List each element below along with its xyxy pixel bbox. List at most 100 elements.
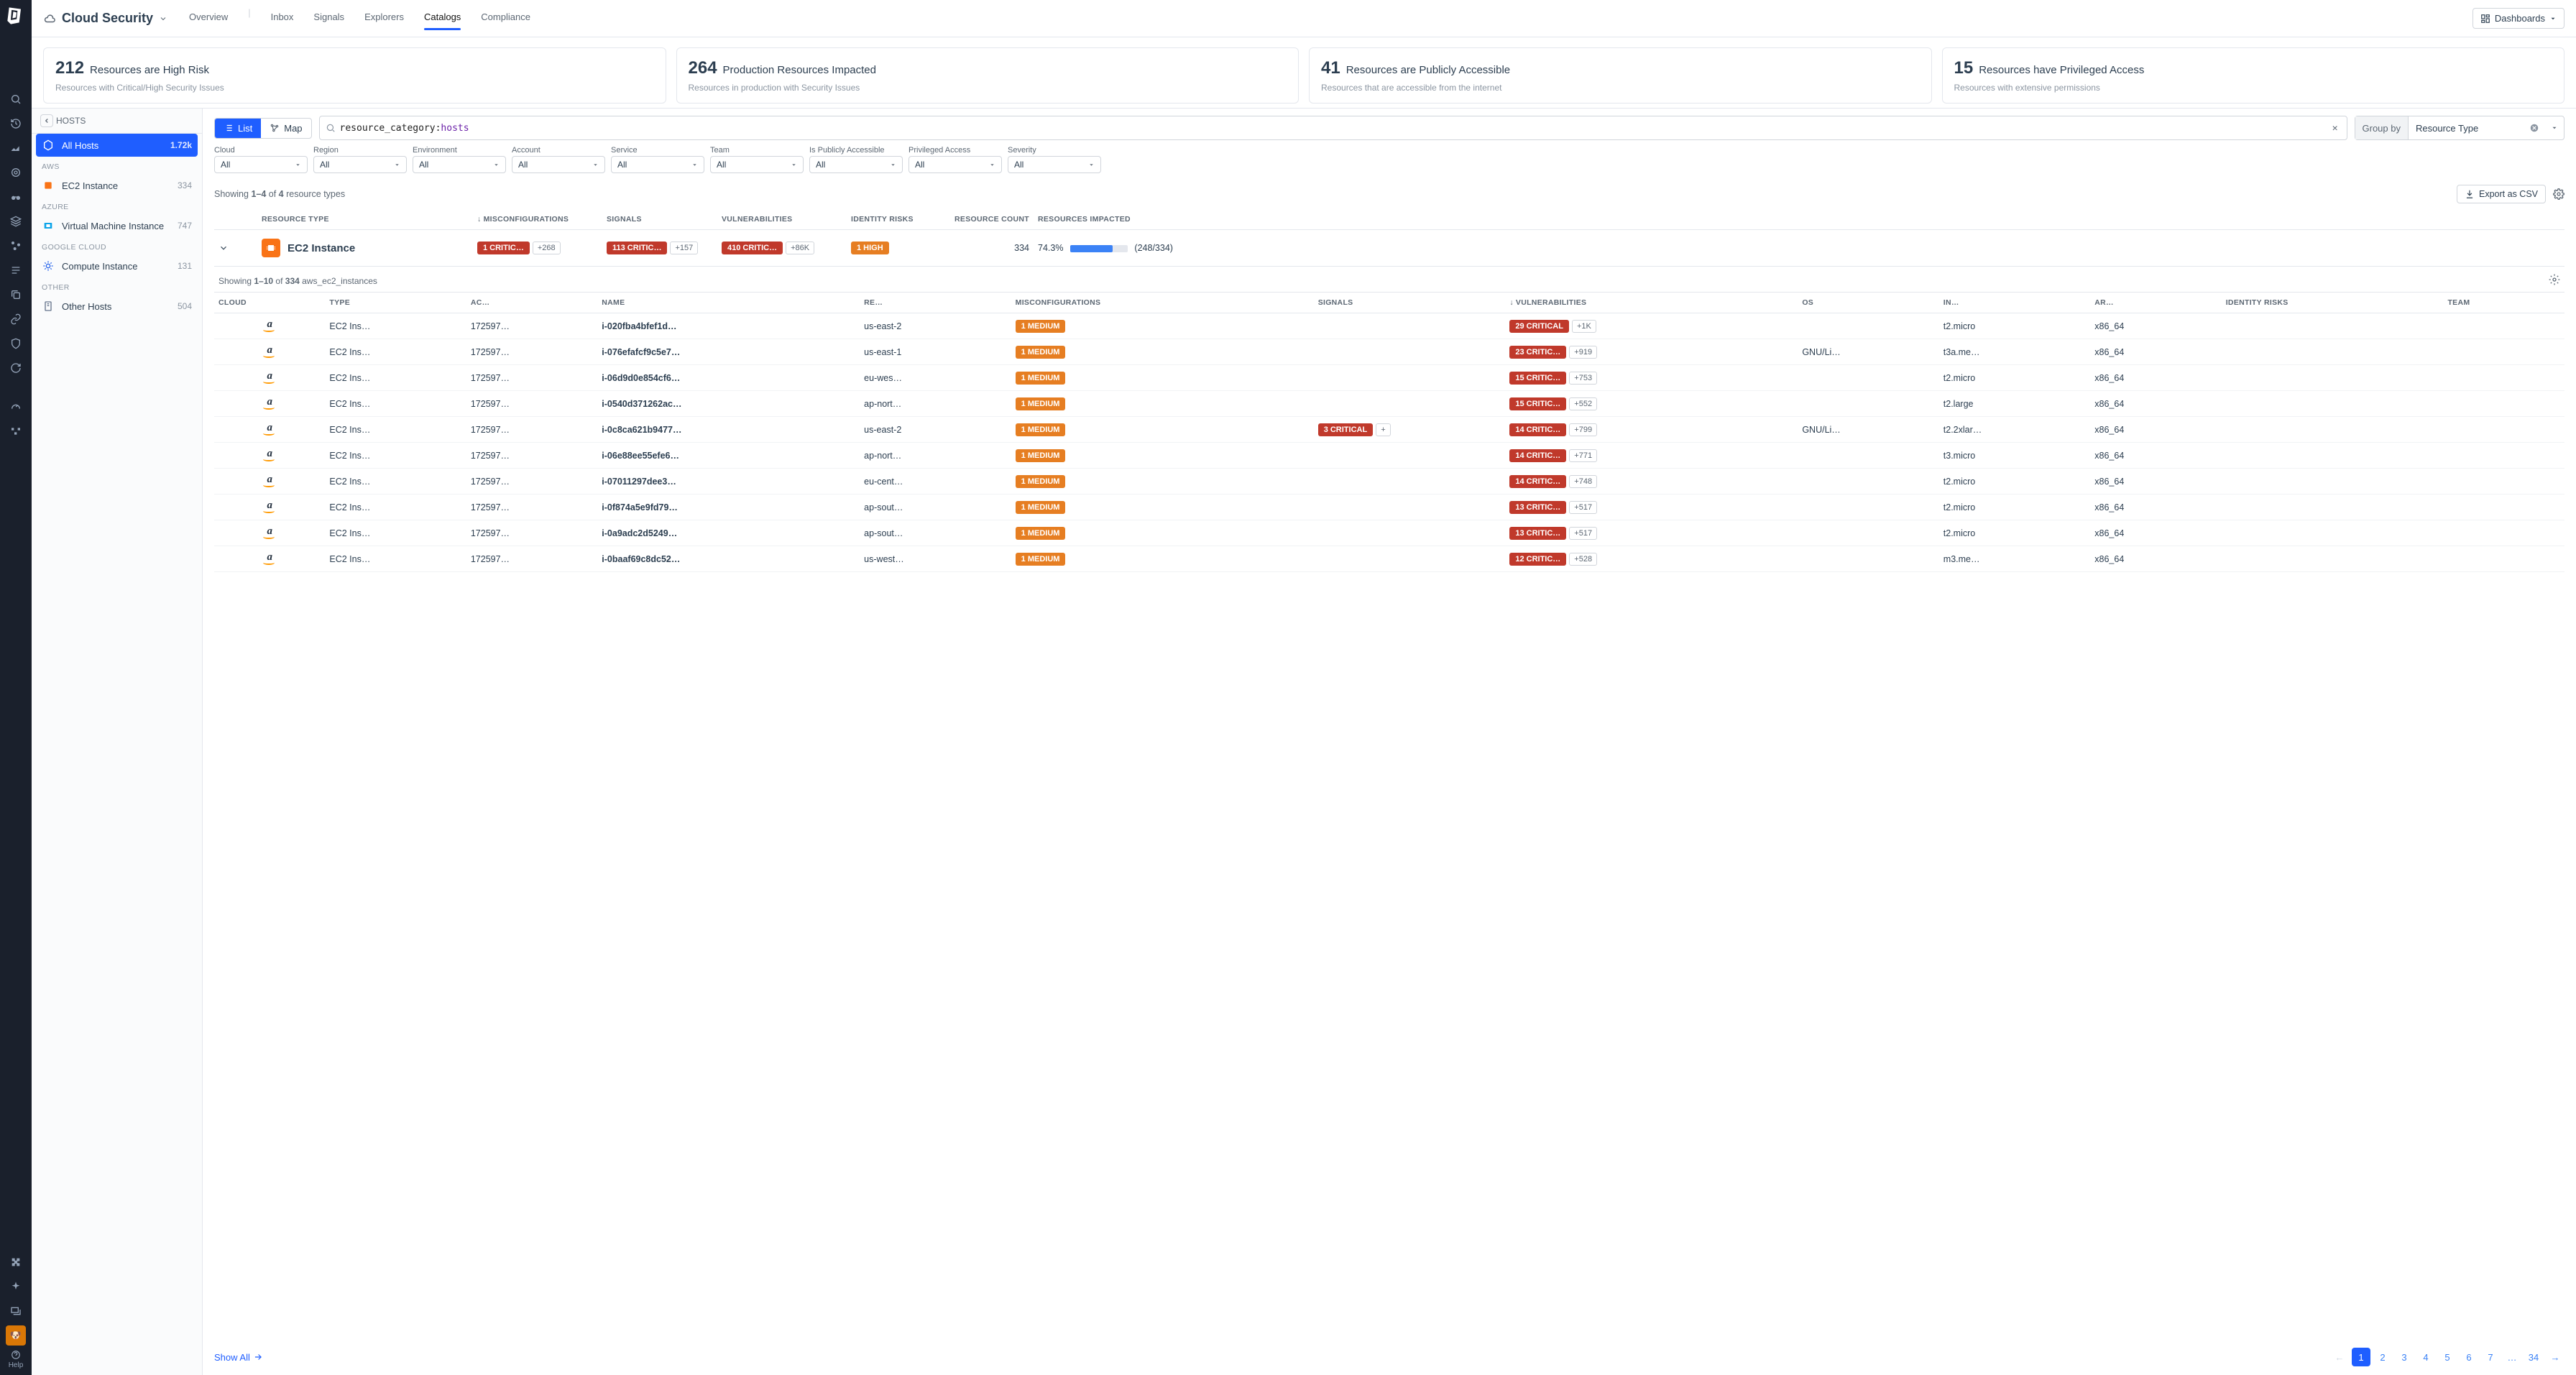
page-2[interactable]: 2 xyxy=(2373,1348,2392,1366)
hexagon-icon xyxy=(42,139,55,152)
nav-tab-inbox[interactable]: Inbox xyxy=(271,7,294,29)
filter-label: Region xyxy=(313,146,407,155)
table-row[interactable]: EC2 Ins… 172597… i-0540d371262ac… ap-nor… xyxy=(214,391,2564,417)
kpi-card[interactable]: 264Production Resources ImpactedResource… xyxy=(676,47,1300,104)
cloud-icon xyxy=(43,12,56,25)
filter-select[interactable]: All xyxy=(214,156,308,173)
page-5[interactable]: 5 xyxy=(2438,1348,2457,1366)
page-4[interactable]: 4 xyxy=(2416,1348,2435,1366)
filter-select[interactable]: All xyxy=(908,156,1002,173)
list-icon[interactable] xyxy=(6,260,26,280)
page-prev[interactable]: ← xyxy=(2330,1348,2349,1366)
sidebar-item-count: 131 xyxy=(178,261,192,271)
export-csv-button[interactable]: Export as CSV xyxy=(2457,185,2546,203)
sidebar-item-all-hosts[interactable]: All Hosts1.72k xyxy=(36,134,198,157)
copy-icon[interactable] xyxy=(6,285,26,305)
kpi-card[interactable]: 15Resources have Privileged AccessResour… xyxy=(1942,47,2565,104)
filter-select[interactable]: All xyxy=(710,156,804,173)
table-row[interactable]: EC2 Ins… 172597… i-06d9d0e854cf6… eu-wes… xyxy=(214,365,2564,391)
host-icon xyxy=(42,300,55,313)
page-3[interactable]: 3 xyxy=(2395,1348,2414,1366)
kpi-card[interactable]: 212Resources are High RiskResources with… xyxy=(43,47,666,104)
gauge-icon[interactable] xyxy=(6,397,26,417)
table-row[interactable]: EC2 Ins… 172597… i-0c8ca621b9477… us-eas… xyxy=(214,417,2564,443)
sidebar: HOSTS All Hosts1.72kAWSEC2 Instance334AZ… xyxy=(32,109,203,1375)
expand-toggle-icon[interactable] xyxy=(218,243,253,253)
gear-icon[interactable] xyxy=(2549,274,2560,285)
layers-icon[interactable] xyxy=(6,211,26,231)
chevron-left-icon xyxy=(40,114,53,127)
table-row[interactable]: EC2 Ins… 172597… i-076efafcf9c5e7… us-ea… xyxy=(214,339,2564,365)
table-row[interactable]: EC2 Ins… 172597… i-07011297dee3… eu-cent… xyxy=(214,469,2564,495)
filter-select[interactable]: All xyxy=(1008,156,1101,173)
filter-select[interactable]: All xyxy=(809,156,903,173)
nav-tab-signals[interactable]: Signals xyxy=(313,7,344,29)
datadog-logo xyxy=(6,6,26,26)
arrow-right-icon xyxy=(253,1352,263,1362)
page-7[interactable]: 7 xyxy=(2481,1348,2500,1366)
product-switcher[interactable]: Cloud Security xyxy=(43,11,167,26)
filter-row: Cloud AllRegion AllEnvironment AllAccoun… xyxy=(203,146,2576,180)
sidebar-back[interactable]: HOSTS xyxy=(32,109,202,134)
show-all-link[interactable]: Show All xyxy=(214,1352,263,1363)
refresh-icon[interactable] xyxy=(6,358,26,378)
table-row[interactable]: EC2 Ins… 172597… i-06e88ee55efe6… ap-nor… xyxy=(214,443,2564,469)
view-map-button[interactable]: Map xyxy=(261,119,310,138)
view-list-button[interactable]: List xyxy=(215,119,261,138)
page-6[interactable]: 6 xyxy=(2460,1348,2478,1366)
clear-groupby-icon[interactable] xyxy=(2524,123,2545,133)
nav-tab-overview[interactable]: Overview xyxy=(189,7,228,29)
page-next[interactable]: → xyxy=(2546,1348,2564,1366)
nodes-icon[interactable] xyxy=(6,236,26,256)
puzzle-icon[interactable] xyxy=(6,1252,26,1272)
inner-table-header: CLOUD TYPE AC… NAME RE… MISCONFIGURATION… xyxy=(214,293,2564,313)
avatar-icon[interactable]: 🐶 xyxy=(6,1325,26,1346)
nav-tab-catalogs[interactable]: Catalogs xyxy=(424,7,461,29)
filter-label: Severity xyxy=(1008,146,1101,155)
nav-tab-compliance[interactable]: Compliance xyxy=(481,7,530,29)
global-nav-rail: 🐶 Help xyxy=(0,0,32,1375)
history-icon[interactable] xyxy=(6,114,26,134)
sidebar-item-other-hosts[interactable]: Other Hosts504 xyxy=(32,295,202,318)
page-1[interactable]: 1 xyxy=(2352,1348,2370,1366)
nav-tab-explorers[interactable]: Explorers xyxy=(364,7,404,29)
filter-label: Service xyxy=(611,146,704,155)
search-input[interactable]: resource_category:hosts ✕ xyxy=(319,116,2347,140)
table-row[interactable]: EC2 Ins… 172597… i-0a9adc2d5249… ap-sout… xyxy=(214,520,2564,546)
table-row[interactable]: EC2 Ins… 172597… i-0baaf69c8dc52… us-wes… xyxy=(214,546,2564,572)
sidebar-group-title: GOOGLE CLOUD xyxy=(32,237,202,254)
aws-icon xyxy=(263,346,276,359)
table-row[interactable]: EC2 Ins… 172597… i-020fba4bfef1d… us-eas… xyxy=(214,313,2564,339)
sidebar-group-title: AZURE xyxy=(32,197,202,214)
page-34[interactable]: 34 xyxy=(2524,1348,2543,1366)
gear-icon[interactable] xyxy=(2553,188,2564,200)
table-row[interactable]: EC2 Ins… 172597… i-0f874a5e9fd79… ap-sou… xyxy=(214,495,2564,520)
flow-icon[interactable] xyxy=(6,421,26,441)
help-link[interactable]: Help xyxy=(9,1350,24,1375)
azure-icon xyxy=(42,219,55,232)
sparkle-icon[interactable] xyxy=(6,1277,26,1297)
binoculars-icon[interactable] xyxy=(6,187,26,207)
sidebar-item-ec2-instance[interactable]: EC2 Instance334 xyxy=(32,174,202,197)
sidebar-item-compute-instance[interactable]: Compute Instance131 xyxy=(32,254,202,277)
filter-select[interactable]: All xyxy=(313,156,407,173)
list-icon xyxy=(224,123,234,133)
search-icon[interactable] xyxy=(6,89,26,109)
filter-select[interactable]: All xyxy=(512,156,605,173)
filter-select[interactable]: All xyxy=(611,156,704,173)
shield-icon[interactable] xyxy=(6,334,26,354)
clear-search-icon[interactable]: ✕ xyxy=(2329,123,2341,134)
dashboards-button[interactable]: Dashboards xyxy=(2472,8,2564,29)
group-row-ec2[interactable]: EC2 Instance 1 CRITIC…+268 113 CRITIC…+1… xyxy=(214,230,2564,267)
filter-select[interactable]: All xyxy=(413,156,506,173)
group-table-header: RESOURCE TYPE ↓ MISCONFIGURATIONS SIGNAL… xyxy=(214,209,2564,230)
chart-icon[interactable] xyxy=(6,138,26,158)
group-by-selector[interactable]: Group by Resource Type xyxy=(2355,116,2564,140)
filter-label: Cloud xyxy=(214,146,308,155)
windows-icon[interactable] xyxy=(6,1301,26,1321)
filter-environment: Environment All xyxy=(413,146,506,173)
sidebar-item-virtual-machine-instance[interactable]: Virtual Machine Instance747 xyxy=(32,214,202,237)
target-icon[interactable] xyxy=(6,162,26,183)
link-icon[interactable] xyxy=(6,309,26,329)
kpi-card[interactable]: 41Resources are Publicly AccessibleResou… xyxy=(1309,47,1932,104)
